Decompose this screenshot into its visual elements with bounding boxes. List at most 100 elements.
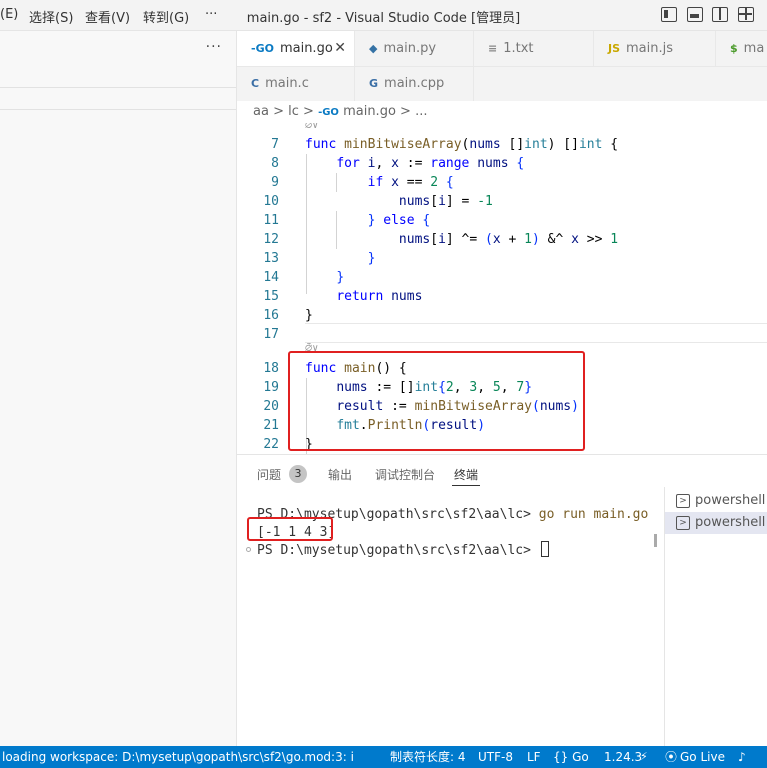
breadcrumb-item[interactable]: ... [415,104,427,119]
line-number: 10 [263,194,279,209]
code-text: result := minBitwiseArray(nums) [336,399,579,414]
sidebar-more-actions[interactable]: ··· [206,39,222,55]
tab-main-cpp[interactable]: Gmain.cpp [355,66,474,101]
code-text: nums := []int{2, 3, 5, 7} [336,380,533,395]
status-language[interactable]: {} Go [553,746,589,768]
tab-label: main.cpp [384,76,445,91]
terminal[interactable]: PS D:\mysetup\gopath\src\sf2\aa\lc> go r… [237,455,664,747]
line-number: 19 [263,380,279,395]
terminal-command: go run main.go [538,507,649,522]
terminal-item-powershell[interactable]: > powershell [665,490,767,512]
editor-tabs: -GO main.go ✕ ◆ main.py ≡ 1.txt JS main.js $… [237,31,767,101]
sidebar-divider [0,109,236,110]
terminal-cursor [540,541,549,557]
line-number: 11 [263,213,279,228]
tab-label: ma [743,41,765,56]
code-text: if x == 2 { [367,175,454,190]
terminal-icon: > [676,516,690,530]
sidebar: ··· [0,31,237,746]
breadcrumb-item[interactable]: lc [288,104,299,119]
status-encoding[interactable]: UTF-8 [478,746,513,768]
line-number: 12 [263,232,279,247]
codelens-icon[interactable]: ⦳∨ [305,123,318,131]
breadcrumb-separator: > [273,104,284,119]
golive-icon: ⦿ [665,750,678,764]
toggle-primary-sidebar-icon[interactable] [661,7,677,22]
line-number: 7 [271,137,279,152]
status-loading-workspace[interactable]: loading workspace: D:\mysetup\gopath\src… [2,746,354,768]
code-text: for i, x := range nums { [336,156,525,171]
terminal-line: PS D:\mysetup\gopath\src\sf2\aa\lc> go r… [257,507,649,522]
code-text: nums[i] = -1 [398,194,493,209]
code-text: } else { [367,213,431,228]
status-go-live[interactable]: Go Live [680,746,725,768]
code-text: } [367,251,376,266]
toggle-secondary-sidebar-icon[interactable] [712,7,728,22]
tab-main-py[interactable]: ◆ main.py [355,31,474,66]
line-number: 13 [263,251,279,266]
code-text: func main() { [305,361,407,376]
breadcrumb-item[interactable]: aa [253,104,269,119]
line-number: 8 [271,156,279,171]
code-editor[interactable]: ⦳∨ ⦳∨ 7 func minBitwiseArray(nums []int) … [237,123,767,454]
breadcrumb-separator: > [400,104,411,119]
tab-main-go[interactable]: -GO main.go ✕ [237,31,355,66]
status-eol[interactable]: LF [527,746,541,768]
notifications-icon[interactable]: ♪ [738,746,746,768]
command-decoration-icon[interactable] [246,547,251,552]
close-icon[interactable]: ✕ [334,31,346,66]
line-number: 15 [263,289,279,304]
menu-goto[interactable]: 转到(G) [143,7,189,26]
line-number: 17 [263,327,279,342]
text-file-icon: ≡ [488,42,498,55]
breadcrumb-item[interactable]: main.go [343,104,396,119]
tab-main-c[interactable]: Cmain.c [237,66,355,101]
code-text: return nums [336,289,423,304]
go-version-icon: ⚡ [640,750,648,763]
terminal-scrollbar[interactable] [654,534,657,547]
status-tab-size[interactable]: 制表符长度: 4 [390,746,466,768]
tab-label: main.py [383,41,437,56]
line-number: 20 [263,399,279,414]
code-text: } [336,270,345,285]
customize-layout-icon[interactable] [738,7,754,22]
breadcrumb-separator: > [303,104,314,119]
code-text: fmt.Println(result) [336,418,486,433]
dollar-icon: $ [730,42,738,55]
sidebar-divider [0,87,236,88]
code-text: func minBitwiseArray(nums []int) []int { [305,137,619,152]
menu-more[interactable]: ··· [205,7,217,22]
line-number: 18 [263,361,279,376]
tab-label: 1.txt [503,41,534,56]
bottom-panel: 问题 3 输出 调试控制台 终端 PS D:\mysetup\gopath\sr… [237,454,767,747]
terminal-output: [-1 1 4 3] [257,525,336,540]
line-number: 9 [271,175,279,190]
line-number: 22 [263,437,279,452]
code-text: } [305,308,313,323]
code-text: nums[i] ^= (x + 1) &^ x >> 1 [398,232,619,247]
python-icon: ◆ [369,42,378,55]
javascript-icon: JS [608,42,621,55]
c-icon: C [251,77,260,90]
go-icon: -GO [318,107,339,118]
tab-label: main.c [265,76,309,91]
menu-edit[interactable]: (E) [0,7,18,22]
toggle-panel-icon[interactable] [687,7,703,22]
tab-main-other[interactable]: $ ma [716,31,767,66]
tab-1-txt[interactable]: ≡ 1.txt [474,31,594,66]
terminal-icon: > [676,494,690,508]
terminal-item-powershell-lc[interactable]: >powershell lc [665,512,767,534]
menu-view[interactable]: 查看(V) [85,7,130,26]
codelens-icon[interactable]: ⦳∨ [305,343,318,354]
current-line-border [305,323,767,324]
go-icon: -GO [251,42,274,55]
code-text: } [305,437,313,452]
status-bar: loading workspace: D:\mysetup\gopath\src… [0,746,767,768]
status-go-version[interactable]: 1.24.3 [604,746,642,768]
tab-label: main.js [626,41,674,56]
menu-selection[interactable]: 选择(S) [29,7,73,26]
line-number: 21 [263,418,279,433]
terminal-list: >powershell >powershell lc [664,487,767,747]
tab-main-js[interactable]: JS main.js [594,31,716,66]
cpp-icon: G [369,77,379,90]
